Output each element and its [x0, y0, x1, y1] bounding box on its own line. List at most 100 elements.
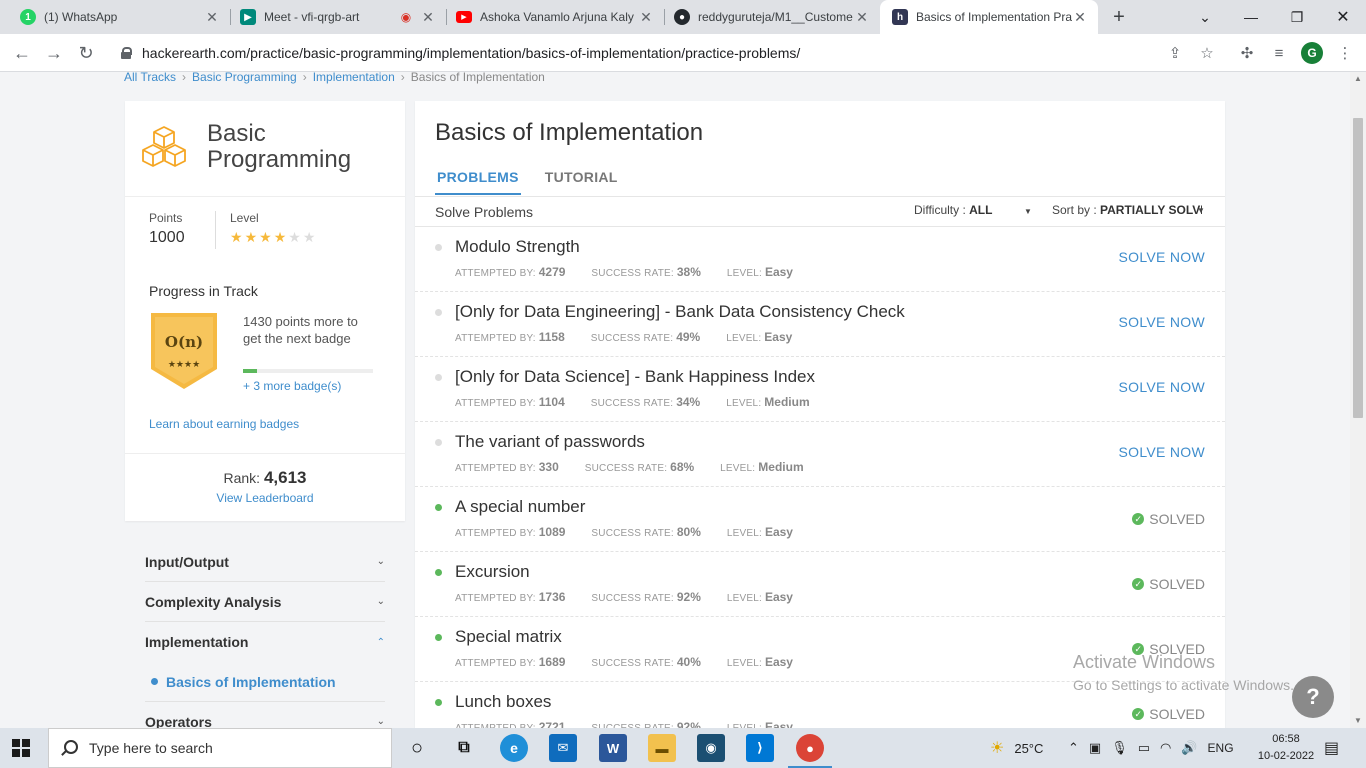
- level-label: LEVEL:: [726, 593, 762, 604]
- bookmark-star-icon[interactable]: ☆: [1196, 42, 1218, 64]
- file-explorer-icon[interactable]: ▬: [648, 734, 676, 762]
- browser-tab-meet[interactable]: ▶ Meet - vfi-qrgb-art ◉ ✕: [228, 0, 446, 34]
- problem-row[interactable]: The variant of passwords ATTEMPTED BY: 3…: [415, 422, 1225, 487]
- success-label: SUCCESS RATE:: [591, 658, 674, 669]
- close-tab-icon[interactable]: ✕: [638, 9, 654, 26]
- notification-icon[interactable]: ▤: [1324, 728, 1339, 768]
- problem-row[interactable]: [Only for Data Science] - Bank Happiness…: [415, 357, 1225, 422]
- url-text: hackerearth.com/practice/basic-programmi…: [142, 45, 801, 61]
- volume-icon[interactable]: 🔊: [1181, 740, 1197, 756]
- new-tab-button[interactable]: +: [1108, 6, 1130, 28]
- topic-implementation[interactable]: Implementation ⌃: [145, 622, 385, 662]
- problem-name[interactable]: Excursion: [455, 562, 530, 582]
- topic-complexity-analysis[interactable]: Complexity Analysis ⌄: [145, 582, 385, 622]
- close-tab-icon[interactable]: ✕: [420, 9, 436, 26]
- wifi-icon[interactable]: ◠: [1160, 740, 1171, 756]
- vscode-icon[interactable]: ⟩: [746, 734, 774, 762]
- solve-now-button[interactable]: SOLVE NOW: [1119, 379, 1205, 395]
- edge-icon[interactable]: e: [500, 734, 528, 762]
- problem-name[interactable]: Modulo Strength: [455, 237, 580, 257]
- meet-tray-icon[interactable]: ▣: [1089, 740, 1101, 756]
- problem-name[interactable]: [Only for Data Science] - Bank Happiness…: [455, 367, 815, 387]
- close-tab-icon[interactable]: ✕: [1072, 9, 1088, 26]
- view-leaderboard-link[interactable]: View Leaderboard: [125, 491, 405, 505]
- forward-arrow-icon[interactable]: →: [42, 41, 66, 65]
- scrollbar-thumb[interactable]: [1353, 118, 1363, 418]
- app-icon[interactable]: ◉: [697, 734, 725, 762]
- scroll-up-icon[interactable]: ▲: [1350, 72, 1366, 86]
- breadcrumb-separator-icon: ›: [302, 72, 307, 84]
- share-icon[interactable]: ⇪: [1164, 42, 1186, 64]
- tab-title: Ashoka Vanamlo Arjuna Kaly: [480, 10, 634, 24]
- track-title: Basic Programming: [207, 121, 351, 173]
- problem-name[interactable]: [Only for Data Engineering] - Bank Data …: [455, 302, 905, 322]
- problem-name[interactable]: A special number: [455, 497, 585, 517]
- problem-row[interactable]: Excursion ATTEMPTED BY: 1736 SUCCESS RAT…: [415, 552, 1225, 617]
- cortana-icon[interactable]: ○: [403, 734, 431, 762]
- breadcrumb-all-tracks[interactable]: All Tracks: [124, 72, 176, 84]
- scroll-down-icon[interactable]: ▼: [1350, 714, 1366, 728]
- page-scrollbar[interactable]: ▲ ▼: [1350, 72, 1366, 728]
- difficulty-select[interactable]: Difficulty : ALL: [914, 203, 992, 217]
- tab-problems[interactable]: PROBLEMS: [435, 169, 521, 195]
- language-indicator[interactable]: ENG: [1208, 741, 1234, 755]
- subtopic-basics-of-implementation[interactable]: Basics of Implementation: [145, 662, 385, 702]
- success-value: 38%: [676, 265, 701, 279]
- problem-row[interactable]: [Only for Data Engineering] - Bank Data …: [415, 292, 1225, 357]
- word-icon[interactable]: W: [599, 734, 627, 762]
- windows-start-icon[interactable]: [12, 739, 30, 757]
- browser-tab-whatsapp[interactable]: 1 (1) WhatsApp ✕: [8, 0, 230, 34]
- solve-now-button[interactable]: SOLVE NOW: [1119, 444, 1205, 460]
- address-bar[interactable]: hackerearth.com/practice/basic-programmi…: [108, 38, 1228, 68]
- attempted-label: ATTEMPTED BY:: [455, 398, 536, 409]
- back-arrow-icon[interactable]: ←: [10, 41, 34, 65]
- taskbar-search[interactable]: Type here to search: [48, 728, 392, 768]
- minimize-button[interactable]: —: [1228, 0, 1274, 34]
- star-empty-icon: ★: [288, 229, 303, 245]
- close-tab-icon[interactable]: ✕: [204, 9, 220, 26]
- google-meet-icon: ▶: [240, 9, 256, 25]
- chrome-icon[interactable]: ●: [788, 734, 832, 768]
- solve-now-button[interactable]: SOLVE NOW: [1119, 249, 1205, 265]
- task-view-icon[interactable]: ⧉: [450, 734, 478, 762]
- browser-menu-icon[interactable]: ⋮: [1334, 42, 1356, 64]
- success-label: SUCCESS RATE:: [590, 333, 674, 344]
- sort-select[interactable]: Sort by : PARTIALLY SOLVED: [1052, 203, 1202, 217]
- problem-row[interactable]: A special number ATTEMPTED BY: 1089 SUCC…: [415, 487, 1225, 552]
- watermark-subtitle: Go to Settings to activate Windows.: [1073, 677, 1294, 693]
- profile-avatar[interactable]: G: [1301, 42, 1323, 64]
- tab-search-chevron-icon[interactable]: ⌄: [1182, 0, 1228, 34]
- help-button[interactable]: ?: [1292, 676, 1334, 718]
- microphone-icon[interactable]: 🎙: [1111, 740, 1128, 756]
- breadcrumb-basic-programming[interactable]: Basic Programming: [192, 72, 297, 84]
- weather-widget[interactable]: ☀ 25°C: [990, 728, 1043, 768]
- battery-icon[interactable]: ▭: [1138, 740, 1150, 756]
- breadcrumb-implementation[interactable]: Implementation: [313, 72, 395, 84]
- problem-name[interactable]: Lunch boxes: [455, 692, 551, 712]
- close-window-button[interactable]: ✕: [1320, 0, 1366, 34]
- problem-name[interactable]: Special matrix: [455, 627, 562, 647]
- star-filled-icon: ★: [244, 229, 260, 245]
- taskbar-clock[interactable]: 06:58 10-02-2022: [1254, 731, 1318, 765]
- browser-tab-github[interactable]: ● reddyguruteja/M1__Custome ✕: [662, 0, 880, 34]
- reload-icon[interactable]: ↻: [74, 41, 98, 65]
- check-circle-icon: ✓: [1132, 513, 1145, 525]
- extensions-puzzle-icon[interactable]: ✣: [1236, 42, 1258, 64]
- close-tab-icon[interactable]: ✕: [854, 9, 870, 26]
- media-control-icon[interactable]: ≡: [1268, 42, 1290, 64]
- topic-operators[interactable]: Operators ⌄: [145, 702, 385, 729]
- topic-input-output[interactable]: Input/Output ⌄: [145, 542, 385, 582]
- problem-name[interactable]: The variant of passwords: [455, 432, 645, 452]
- solve-now-button[interactable]: SOLVE NOW: [1119, 314, 1205, 330]
- tab-tutorial[interactable]: TUTORIAL: [543, 169, 620, 195]
- browser-tab-youtube[interactable]: ▶ Ashoka Vanamlo Arjuna Kaly ✕: [444, 0, 664, 34]
- star-filled-icon: ★: [230, 229, 245, 245]
- chevron-up-icon[interactable]: ⌃: [1068, 740, 1079, 756]
- browser-tab-hackerearth[interactable]: h Basics of Implementation Pra ✕: [880, 0, 1098, 34]
- learn-badges-link[interactable]: Learn about earning badges: [149, 417, 299, 431]
- mail-icon[interactable]: ✉: [549, 734, 577, 762]
- difficulty-label: Difficulty :: [914, 203, 966, 217]
- restore-button[interactable]: ❐: [1274, 0, 1320, 34]
- problem-row[interactable]: Modulo Strength ATTEMPTED BY: 4279 SUCCE…: [415, 227, 1225, 292]
- more-badges-link[interactable]: + 3 more badge(s): [243, 379, 341, 393]
